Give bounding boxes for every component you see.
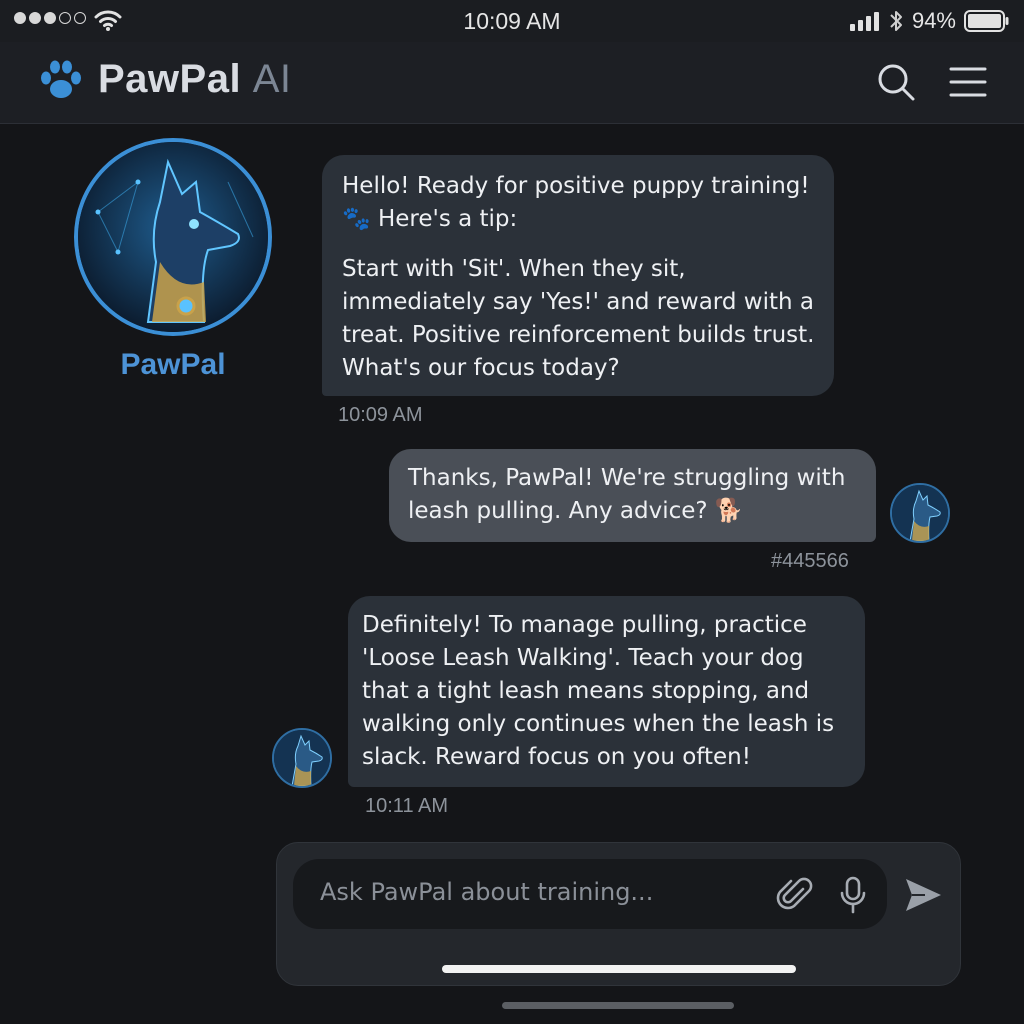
bluetooth-icon: [890, 11, 902, 31]
message-text: Thanks, PawPal! We're struggling with le…: [408, 465, 846, 524]
bot-avatar-small[interactable]: [272, 728, 332, 788]
message-text: Hello! Ready for positive puppy training…: [342, 173, 810, 232]
app-title-suffix: AI: [252, 57, 292, 101]
message-input[interactable]: Ask PawPal about training...: [293, 859, 887, 929]
menu-button[interactable]: [948, 64, 988, 100]
battery-icon: [964, 10, 1009, 32]
app-title: PawPal AI: [98, 57, 292, 102]
robot-dog-icon: [274, 730, 330, 786]
message-text: Start with 'Sit'. When they sit, immedia…: [342, 256, 815, 381]
paw-icon: [41, 60, 81, 98]
message-timestamp: 10:09 AM: [338, 404, 423, 426]
send-button[interactable]: [903, 875, 943, 915]
bot-avatar[interactable]: [74, 138, 272, 336]
system-handle: [502, 1002, 734, 1009]
robot-dog-icon: [78, 142, 268, 332]
attach-button[interactable]: [775, 875, 815, 915]
bot-message-bubble: Hello! Ready for positive puppy training…: [322, 155, 834, 396]
message-timestamp: #445566: [771, 550, 849, 572]
bot-name: PawPal: [120, 348, 226, 381]
bot-message-bubble: Definitely! To manage pulling, practice …: [348, 596, 865, 787]
user-message-bubble: Thanks, PawPal! We're struggling with le…: [389, 449, 876, 542]
message-composer: Ask PawPal about training...: [276, 842, 961, 986]
app-header: PawPal AI: [0, 42, 1024, 124]
app-title-brand: PawPal: [98, 57, 242, 101]
microphone-button[interactable]: [837, 875, 869, 915]
home-indicator: [442, 965, 796, 973]
signal-strength-icon: [849, 12, 879, 31]
message-timestamp: 10:11 AM: [365, 795, 449, 817]
user-avatar[interactable]: [890, 483, 950, 543]
robot-dog-icon: [892, 485, 948, 541]
message-text: Definitely! To manage pulling, practice …: [362, 612, 835, 770]
search-button[interactable]: [876, 62, 916, 102]
status-bar: 10:09 AM 94%: [0, 0, 1024, 42]
battery-percentage: 94%: [911, 8, 956, 33]
input-placeholder: Ask PawPal about training...: [320, 878, 654, 906]
